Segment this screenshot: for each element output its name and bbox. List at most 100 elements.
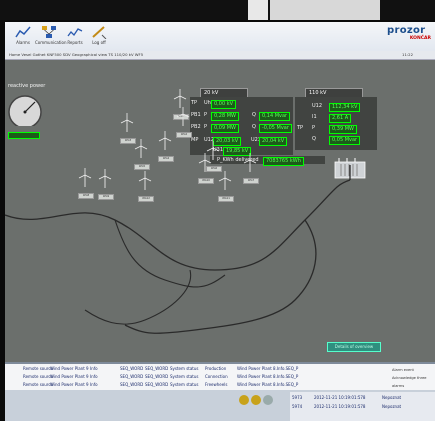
side-label-110: TP xyxy=(297,125,304,131)
u-label: Uh xyxy=(204,100,211,106)
network-icon xyxy=(42,26,56,38)
toolbar-time: 11:22 xyxy=(402,52,413,57)
turbine-icon xyxy=(198,153,212,172)
status-row: 5973 2012-11-21 10:19:01:578 Nepoznat xyxy=(290,394,435,402)
event-legend: Alarm event Acknowledge three alarms Ack… xyxy=(380,366,435,396)
q-110-value: 0,05 Mvar xyxy=(329,136,361,145)
turbine-label: WG11 xyxy=(218,196,234,202)
event-row[interactable]: Remote source Wind Power Plant 9 Info SEQ_W… xyxy=(5,381,435,389)
turbine-icon xyxy=(98,169,112,188)
event-cell: Info xyxy=(90,382,98,387)
u23-value: 20,04 kV xyxy=(259,137,288,146)
wind-turbine[interactable]: WG8 xyxy=(77,167,94,199)
wind-turbine[interactable]: WG10 xyxy=(197,152,214,184)
u-value: 0,00 kV xyxy=(211,100,237,109)
turbine-icon xyxy=(218,171,232,190)
event-cell: SEQ_WORD xyxy=(120,374,144,379)
breadcrumb: Home Vesel Gothet KNF500 SDV Geographica… xyxy=(5,51,435,60)
event-cell: Wind Power Plant 9 xyxy=(50,382,89,387)
status-time: 2012-11-21 10:19:01:578 xyxy=(314,395,366,400)
event-cell: SEQ_WORD xyxy=(145,366,169,371)
event-list: Remote source Wind Power Plant 9 Info SEQ_W… xyxy=(5,362,435,392)
q-110-label: Q xyxy=(312,136,316,142)
turbine-icon xyxy=(176,107,190,126)
wind-turbine[interactable]: WG5 xyxy=(133,138,150,170)
turbine-label: WG4 xyxy=(158,156,174,162)
i1-110-label: I1 xyxy=(312,114,317,120)
status-time: 2012-11-21 10:19:01:578 xyxy=(314,404,366,409)
event-row[interactable]: Remote source Wind Power Plant 9 Info SEQ_W… xyxy=(5,365,435,373)
side-label: MP xyxy=(191,137,199,143)
p2-value: 0,09 MW xyxy=(211,124,239,133)
side-label: PB1 xyxy=(191,112,201,118)
event-cell: SEQ_WORD xyxy=(145,382,169,387)
communication-button[interactable]: Communication xyxy=(35,25,67,53)
p-110-label: P xyxy=(312,125,316,131)
turbine-icon xyxy=(158,131,172,150)
q2-label: Q xyxy=(252,124,256,130)
wind-turbine[interactable]: WG4 xyxy=(157,130,174,162)
status-id: 5974 xyxy=(292,404,303,409)
event-cell: Wind Power Plant 8.Info.SEQ_P xyxy=(237,374,299,379)
top-window-fragment-2 xyxy=(270,0,380,20)
q1-value: 0,14 Mvar xyxy=(259,112,291,121)
event-cell: Info xyxy=(90,374,98,379)
turbine-icon xyxy=(138,171,152,190)
status-text: Nepoznat xyxy=(382,395,402,400)
breadcrumb-text: Home Vesel Gothet KNF500 SDV Geographica… xyxy=(9,52,144,57)
turbine-label: WG12 xyxy=(138,196,154,202)
event-cell: SEQ_WORD xyxy=(120,382,144,387)
event-cell: Connection xyxy=(205,374,228,379)
alarm-button[interactable]: Alarms xyxy=(9,25,37,53)
gauge-icon xyxy=(8,95,42,126)
turbine-label: WG10 xyxy=(198,178,214,184)
event-cell: System status xyxy=(170,374,199,379)
scada-view: reactive power 20 kV TP PB1 PB2 MP Uh 0,… xyxy=(5,60,435,362)
event-cell: System status xyxy=(170,366,199,371)
p1-value: 0,28 MW xyxy=(211,112,239,121)
status-row: 5974 2012-11-21 10:19:01:578 Nepoznat xyxy=(290,403,435,411)
status-indicators-icon xyxy=(239,395,273,405)
event-cell: Wind Power Plant 9 xyxy=(50,374,89,379)
p2-label: P xyxy=(204,124,208,130)
wind-turbine[interactable]: WG9 xyxy=(97,168,114,200)
p-110-value: 0,39 MW xyxy=(329,125,357,134)
side-label: PB2 xyxy=(191,124,201,130)
details-button[interactable]: Details of overview xyxy=(327,342,381,352)
wind-turbine[interactable]: WG2 xyxy=(175,106,192,138)
gauge-value-box xyxy=(8,132,40,139)
event-row[interactable]: Remote source Wind Power Plant 9 Info SEQ_W… xyxy=(5,373,435,381)
turbine-icon xyxy=(243,153,257,172)
turbine-label: WG9 xyxy=(98,194,114,200)
turbine-icon xyxy=(134,139,148,158)
q1-label: Q xyxy=(252,112,256,118)
turbine-label: WG8 xyxy=(78,193,94,199)
event-cell: Info xyxy=(90,366,98,371)
u12-110-value: 112,34 kV xyxy=(329,103,361,112)
graph-icon xyxy=(67,28,83,37)
pen-icon xyxy=(92,26,107,39)
legend-item: Alarm event xyxy=(392,368,414,372)
event-cell: Remote source xyxy=(23,366,53,371)
p1-label: P xyxy=(204,112,208,118)
logoff-button[interactable]: Log off xyxy=(85,25,113,53)
turbine-icon xyxy=(78,168,92,187)
reactive-power-label: reactive power xyxy=(8,83,46,89)
legend-item: Acknowledge three alarms xyxy=(392,376,427,388)
event-cell: Wind Power Plant 9 xyxy=(50,366,89,371)
i1-110-value: 2,61 A xyxy=(329,114,352,123)
status-text: Nepoznat xyxy=(382,404,402,409)
event-cell: Wind Power Plant 8.Info.SEQ_P xyxy=(237,366,299,371)
event-cell: Freewheels xyxy=(205,382,228,387)
event-cell: System status xyxy=(170,382,199,387)
turbine-label: WG2 xyxy=(176,132,192,138)
wind-turbine[interactable]: WG11 xyxy=(217,170,234,202)
wind-turbine[interactable]: WG7 xyxy=(242,152,259,184)
wind-turbine[interactable]: WG12 xyxy=(137,170,154,202)
turbine-icon xyxy=(120,113,134,132)
event-cell: Wind Power Plant 8.Info.SEQ_P xyxy=(237,382,299,387)
q2-value: -0,05 Mvar xyxy=(259,124,292,133)
chart-icon xyxy=(15,26,31,38)
event-cell: SEQ_WORD xyxy=(145,374,169,379)
status-log: 5973 2012-11-21 10:19:01:578 Nepoznat 59… xyxy=(290,392,435,421)
